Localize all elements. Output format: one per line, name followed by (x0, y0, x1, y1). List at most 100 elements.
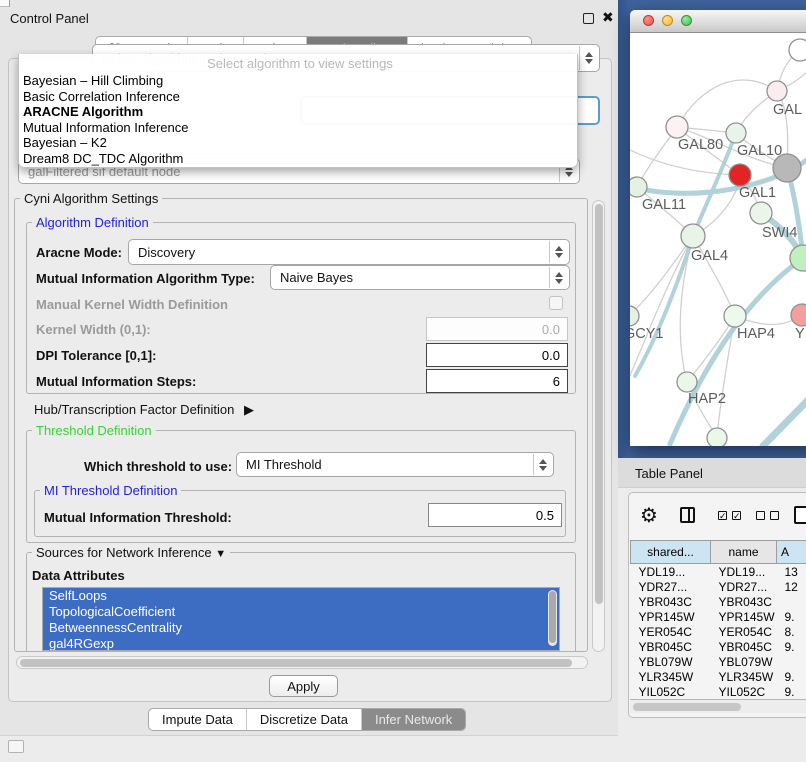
minimize-traffic-light[interactable] (662, 15, 673, 26)
dropdown-option[interactable]: Dream8 DC_TDC Algorithm (19, 151, 577, 167)
network-node-gal4[interactable] (681, 224, 705, 248)
sources-title-label: Sources for Network Inference (36, 545, 212, 560)
table-cell: YDL19... (631, 564, 711, 580)
network-node[interactable] (789, 39, 806, 61)
attribute-item[interactable]: TopologicalCoefficient (43, 604, 559, 620)
kernel-width-label: Kernel Width (0,1): (36, 322, 151, 337)
attribute-item[interactable]: gal4RGexp (43, 636, 559, 651)
table-cell: YDR27... (711, 579, 777, 594)
dropdown-placeholder: Select algorithm to view settings (19, 54, 577, 73)
dropdown-option-highlighted[interactable]: ARACNE Algorithm (19, 104, 577, 120)
table-row[interactable]: YBL079W YBL079W (631, 654, 806, 669)
hub-section-toggle[interactable]: Hub/Transcription Factor Definition ▶ (34, 402, 254, 418)
sources-group-title[interactable]: Sources for Network Inference ▼ (32, 546, 230, 561)
network-node[interactable] (707, 428, 727, 446)
table-row[interactable]: YIL052C YIL052C 9. (631, 684, 806, 699)
table-cell: YBL079W (631, 654, 711, 669)
node-label: HAP4 (737, 326, 775, 342)
attribute-item[interactable]: BetweennessCentrality (43, 620, 559, 636)
table-row[interactable]: YPR145W YPR145W 9. (631, 609, 806, 624)
page-icon[interactable] (794, 506, 806, 524)
tab-infer-network-label: Infer Network (375, 712, 452, 727)
table-row[interactable]: YDR27... YDR27... 12 (631, 579, 806, 594)
checked-rows-icon[interactable]: ✓ (718, 511, 727, 520)
unchecked-rows-icon[interactable] (756, 511, 765, 520)
network-node-hap2[interactable] (677, 372, 697, 392)
table-cell: YIL052C (631, 684, 711, 699)
table-row[interactable]: YBR045C YBR045C 9. (631, 639, 806, 654)
which-threshold-value: MI Threshold (246, 457, 322, 472)
network-node-gal10[interactable] (726, 123, 746, 143)
control-panel-title: Control Panel (10, 11, 89, 26)
column-header-third[interactable]: A (777, 541, 806, 564)
close-icon[interactable]: ✖ (602, 9, 614, 26)
network-node-gal1[interactable] (729, 164, 751, 186)
network-node-gcy1[interactable] (630, 306, 639, 326)
threshold-definition-title: Threshold Definition (32, 424, 156, 437)
network-node-gal11[interactable] (630, 177, 647, 197)
node-label: Y (795, 326, 805, 342)
tab-discretize-data[interactable]: Discretize Data (247, 709, 362, 730)
dropdown-option[interactable]: Bayesian – Hill Climbing (19, 73, 577, 89)
float-window-icon[interactable] (583, 13, 594, 24)
window-titlebar[interactable] (630, 10, 806, 33)
attributes-list-scrollbar[interactable] (548, 590, 557, 646)
apply-button[interactable]: Apply (269, 675, 338, 697)
network-node-hap4[interactable] (724, 305, 746, 327)
table-row[interactable]: YER054C YER054C 8. (631, 624, 806, 639)
expand-arrow-icon[interactable]: ▶ (244, 402, 254, 417)
manual-kernel-width-label: Manual Kernel Width Definition (36, 297, 228, 312)
table-cell: YBR043C (631, 594, 711, 609)
settings-hscrollbar[interactable] (16, 656, 588, 669)
network-canvas[interactable]: GAL GAL80 GAL10 GAL1 GAL11 SWI4 GAL4 GCY… (630, 34, 806, 446)
mi-threshold-label: Mutual Information Threshold: (44, 510, 232, 525)
node-label: HAP2 (688, 391, 726, 407)
network-node[interactable] (767, 81, 787, 101)
table-row[interactable]: YBR043C YBR043C (631, 594, 806, 609)
attribute-item[interactable]: SelfLoops (43, 588, 559, 604)
tab-discretize-data-label: Discretize Data (260, 712, 348, 727)
close-traffic-light[interactable] (643, 15, 654, 26)
mi-threshold-input[interactable] (428, 503, 562, 527)
zoom-traffic-light[interactable] (681, 15, 692, 26)
dpi-tolerance-input[interactable] (426, 343, 568, 367)
algorithm-dropdown-popup: Select algorithm to view settings Bayesi… (18, 54, 578, 168)
table-hscrollbar[interactable] (630, 699, 806, 713)
column-header-name[interactable]: name (711, 541, 777, 564)
node-label: GAL80 (678, 137, 723, 153)
bottom-strip (0, 735, 618, 762)
unchecked-rows-icon[interactable] (770, 511, 779, 520)
cytopanel-mini-icon[interactable] (8, 740, 24, 753)
column-header-shared[interactable]: shared... (631, 541, 711, 564)
table-cell: YBL079W (711, 654, 777, 669)
split-view-icon[interactable] (680, 507, 695, 523)
network-node-salmon[interactable] (791, 304, 806, 326)
mi-steps-input[interactable] (426, 369, 568, 393)
mi-steps-label: Mutual Information Steps: (36, 374, 196, 389)
table-row[interactable]: YDL19... YDL19... 13 (631, 564, 806, 580)
table-panel-footer (618, 719, 806, 762)
table-row[interactable]: YLR345W YLR345W 9. (631, 669, 806, 684)
table-cell: YPR145W (631, 609, 711, 624)
checked-rows-icon[interactable]: ✓ (732, 511, 741, 520)
tab-infer-network[interactable]: Infer Network (362, 709, 465, 730)
tab-impute-data[interactable]: Impute Data (149, 709, 247, 730)
aracne-mode-select[interactable]: Discovery (128, 239, 570, 265)
mi-algorithm-type-select[interactable]: Naive Bayes (270, 265, 570, 290)
collapse-arrow-icon[interactable]: ▼ (215, 548, 226, 560)
table-cell: YPR145W (711, 609, 777, 624)
combo-spinner-icon (549, 267, 568, 288)
gear-icon[interactable]: ⚙ (640, 503, 658, 528)
screenshot-stage: Control Panel ✖ Network Style Select Cyn… (0, 0, 806, 762)
network-node-gal80[interactable] (666, 116, 688, 138)
settings-vscrollbar[interactable] (592, 200, 605, 652)
network-nodes (630, 39, 806, 446)
dropdown-option[interactable]: Bayesian – K2 (19, 135, 577, 151)
mi-algorithm-type-value: Naive Bayes (280, 270, 353, 285)
dropdown-option[interactable]: Mutual Information Inference (19, 120, 577, 136)
table-cell: 9. (777, 669, 806, 684)
dropdown-option[interactable]: Basic Correlation Inference (19, 89, 577, 105)
which-threshold-select[interactable]: MI Threshold (236, 452, 554, 477)
network-node[interactable] (750, 202, 772, 224)
mi-threshold-group-title: MI Threshold Definition (40, 484, 181, 497)
